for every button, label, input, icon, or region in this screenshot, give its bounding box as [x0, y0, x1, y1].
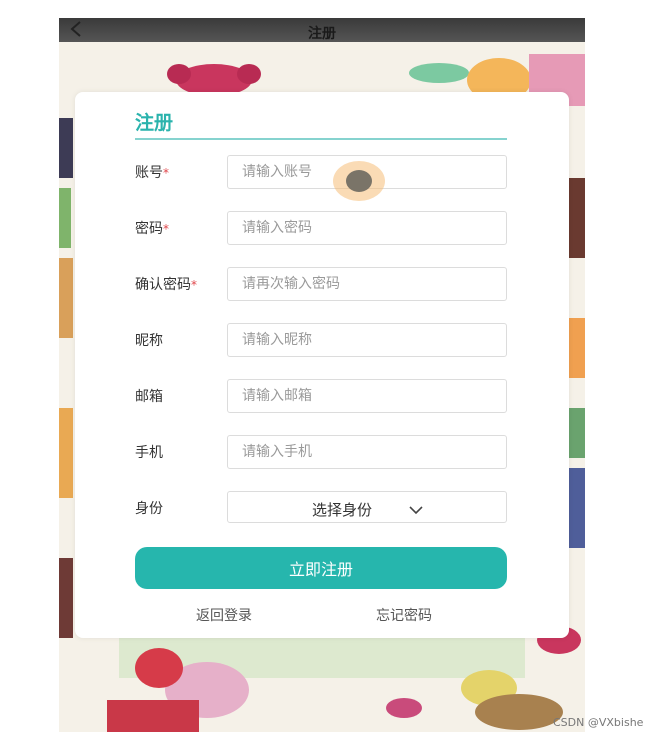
register-button[interactable]: 立即注册: [135, 547, 507, 589]
role-select[interactable]: 选择身份: [227, 491, 507, 523]
email-input[interactable]: [227, 379, 507, 413]
watermark: CSDN @VXbishe: [553, 716, 644, 729]
password-input[interactable]: [227, 211, 507, 245]
email-label: 邮箱: [135, 389, 163, 405]
chevron-down-icon: [408, 501, 424, 520]
nickname-input[interactable]: [227, 323, 507, 357]
account-label: 账号*: [135, 165, 169, 181]
title-divider: [135, 138, 507, 140]
form-title: 注册: [135, 112, 174, 134]
top-navigation-bar: 注册: [59, 18, 585, 42]
page-title: 注册: [308, 26, 336, 42]
forgot-password-link[interactable]: 忘记密码: [376, 605, 432, 625]
back-to-login-link[interactable]: 返回登录: [196, 605, 252, 625]
phone-input[interactable]: [227, 435, 507, 469]
role-label: 身份: [135, 501, 163, 517]
role-select-value: 选择身份: [312, 501, 373, 519]
nickname-label: 昵称: [135, 333, 163, 349]
phone-label: 手机: [135, 445, 163, 461]
register-form-card: 注册 账号* 密码* 确认密码* 昵称 邮箱 手机 身份 选择身份 立即注册 返…: [75, 92, 569, 638]
touch-cursor-indicator: [333, 161, 385, 201]
confirm-password-input[interactable]: [227, 267, 507, 301]
password-label: 密码*: [135, 221, 169, 237]
phone-screen: 注册 注册 账号* 密码* 确认密码* 昵称 邮箱 手机 身份 选择身份 立即注…: [59, 18, 585, 732]
confirm-password-label: 确认密码*: [135, 277, 197, 293]
